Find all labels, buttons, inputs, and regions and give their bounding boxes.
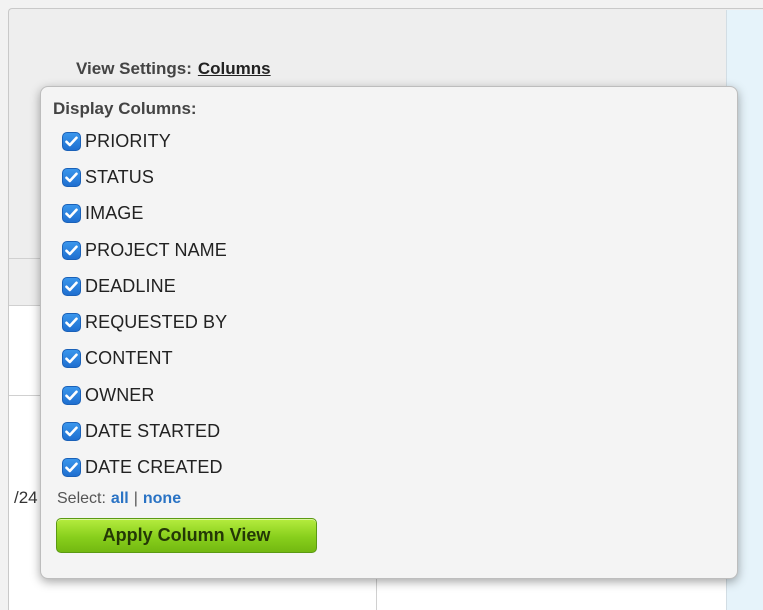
checkmark-icon (65, 426, 78, 437)
checkmark-icon (65, 245, 78, 255)
column-checkbox[interactable] (62, 167, 81, 187)
apply-column-view-button[interactable]: Apply Column View (56, 517, 317, 553)
column-checkbox[interactable] (62, 204, 81, 224)
checkmark-icon (65, 136, 78, 146)
column-label: PROJECT NAME (85, 239, 227, 260)
checkmark-icon (65, 208, 78, 219)
column-checkbox[interactable] (62, 422, 81, 442)
column-option-date-created[interactable]: DATE CREATED (62, 450, 737, 486)
checkmark-icon (65, 353, 78, 364)
column-checkbox[interactable] (62, 131, 81, 151)
column-option-owner[interactable]: OWNER (62, 377, 737, 413)
view-settings-header: View Settings: Columns (76, 59, 271, 79)
checkmark-icon (65, 281, 78, 292)
column-option-status[interactable]: STATUS (62, 159, 737, 195)
select-separator: | (133, 489, 138, 507)
column-label: OWNER (85, 384, 155, 405)
column-label: DATE STARTED (85, 421, 221, 442)
checkmark-icon (65, 172, 78, 183)
select-label: Select: (57, 489, 106, 507)
select-controls: Select: all | none (57, 486, 737, 512)
column-label: CONTENT (85, 348, 173, 369)
row-divider (9, 258, 41, 259)
column-divider (376, 578, 377, 610)
column-option-deadline[interactable]: DEADLINE (62, 268, 737, 304)
column-label: DATE CREATED (85, 457, 223, 478)
row-divider (9, 395, 41, 396)
columns-link[interactable]: Columns (198, 59, 271, 78)
checkmark-icon (65, 317, 78, 328)
column-checkbox[interactable] (62, 313, 81, 333)
column-label: DEADLINE (85, 275, 176, 296)
column-option-content[interactable]: CONTENT (62, 341, 737, 377)
checkmark-icon (65, 462, 78, 473)
select-none-link[interactable]: none (143, 489, 181, 509)
column-checkbox[interactable] (62, 385, 81, 405)
column-option-requested-by[interactable]: REQUESTED BY (62, 304, 737, 340)
column-label: REQUESTED BY (85, 312, 228, 333)
column-checkbox[interactable] (62, 458, 81, 478)
column-option-priority[interactable]: PRIORITY (62, 123, 737, 159)
column-checkbox[interactable] (62, 240, 81, 260)
column-label: PRIORITY (85, 130, 171, 151)
row-divider (9, 305, 41, 306)
popup-title: Display Columns: (53, 99, 197, 118)
view-settings-label: View Settings: (76, 59, 192, 78)
column-checkbox[interactable] (62, 349, 81, 369)
column-label: IMAGE (85, 203, 144, 224)
display-columns-popup: Display Columns: PRIORITY STATUS IMAGE P… (40, 86, 738, 579)
column-option-project-name[interactable]: PROJECT NAME (62, 232, 737, 268)
select-all-link[interactable]: all (111, 489, 129, 509)
column-option-date-started[interactable]: DATE STARTED (62, 413, 737, 449)
column-list: PRIORITY STATUS IMAGE PROJECT NAME DEADL… (53, 123, 737, 486)
column-checkbox[interactable] (62, 276, 81, 296)
column-option-image[interactable]: IMAGE (62, 196, 737, 232)
checkmark-icon (65, 390, 78, 401)
column-label: STATUS (85, 166, 154, 187)
stage: /24 View Settings: Columns Display Column… (0, 0, 763, 610)
background-cell-text: /24 (14, 488, 38, 507)
